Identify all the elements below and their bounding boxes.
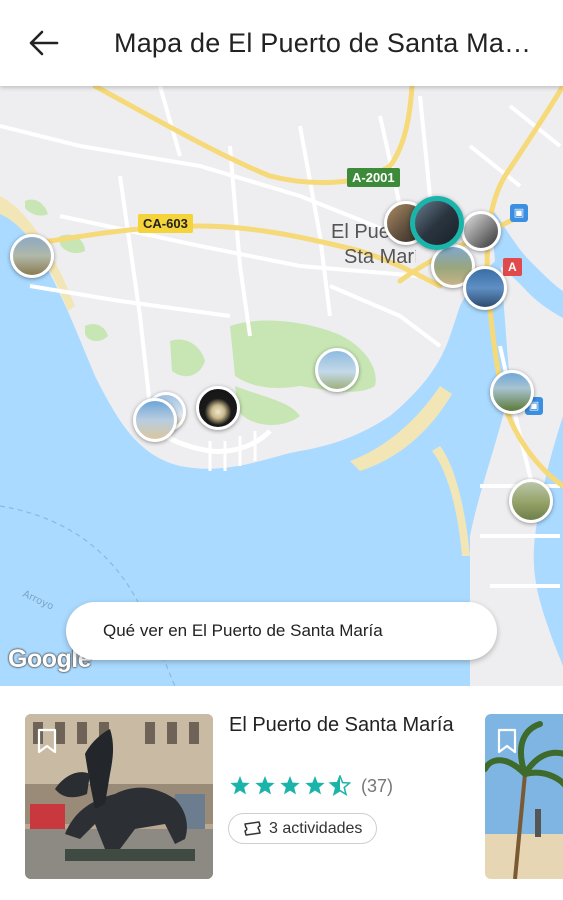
map-marker-park[interactable] (315, 348, 359, 392)
what-to-see-button[interactable]: Qué ver en El Puerto de Santa María (66, 602, 497, 660)
train-station-icon: ▣ (510, 204, 528, 222)
road-label-a: A (503, 258, 522, 276)
arrow-left-icon (29, 30, 59, 56)
map-marker-palm[interactable] (490, 370, 534, 414)
ticket-icon (244, 820, 261, 836)
card-title[interactable]: El Puerto de Santa María (229, 710, 479, 740)
map-marker-south[interactable] (509, 479, 553, 523)
map-marker-center-5[interactable] (463, 266, 507, 310)
map-marker-beach[interactable] (133, 398, 177, 442)
activities-chip[interactable]: 3 actividades (228, 813, 378, 844)
map-canvas[interactable]: Arroyo (0, 86, 563, 686)
road-label-ca603: CA-603 (138, 214, 193, 233)
road-label-a2001: A-2001 (347, 168, 400, 187)
card-image[interactable] (25, 714, 213, 879)
back-button[interactable] (14, 13, 74, 73)
page-title: Mapa de El Puerto de Santa María (114, 27, 534, 58)
map-marker-lighthouse[interactable] (196, 386, 240, 430)
bookmark-icon[interactable] (37, 728, 57, 754)
map-view[interactable]: Arroyo A-2001 CA-603 A El Puerto de Sta … (0, 86, 563, 686)
map-marker-selected[interactable] (410, 196, 464, 250)
star-rating: (37) (229, 775, 393, 797)
stars-icon (230, 775, 351, 796)
activities-label: 3 actividades (269, 819, 363, 837)
bookmark-icon[interactable] (497, 728, 517, 754)
places-carousel[interactable]: El Puerto de Santa María (37) 3 activida… (0, 686, 563, 900)
card-image-next[interactable] (485, 714, 563, 879)
app-bar: Mapa de El Puerto de Santa María (0, 0, 563, 86)
map-marker-beach-west[interactable] (10, 234, 54, 278)
map-marker-center-3[interactable] (461, 211, 501, 251)
place-label-line2: Sta María (344, 246, 416, 268)
review-count: (37) (361, 775, 394, 796)
